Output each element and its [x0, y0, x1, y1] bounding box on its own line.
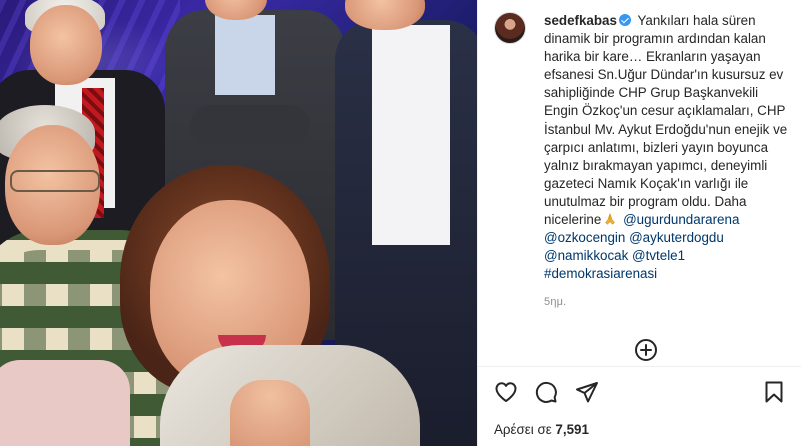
mention-link[interactable]: @aykuterdogdu	[629, 230, 724, 245]
post-details-panel: sedefkabas Yankıları hala süren dinamik …	[477, 0, 801, 446]
mention-link[interactable]: @namikkocak	[544, 248, 628, 263]
username-link[interactable]: sedefkabas	[544, 13, 617, 28]
mention-link[interactable]: @tvtele1	[632, 248, 685, 263]
caption-section: sedefkabas Yankıları hala süren dinamik …	[478, 0, 801, 366]
paper-plane-icon[interactable]	[575, 380, 599, 404]
bookmark-icon[interactable]	[762, 380, 786, 404]
likes-label: Αρέσει σε	[494, 422, 552, 437]
folded-hands-emoji	[605, 213, 616, 225]
hashtag-link[interactable]: #demokrasiarenasi	[544, 266, 657, 281]
plus-circle-icon[interactable]	[634, 338, 658, 362]
mention-link[interactable]: @ozkocengin	[544, 230, 625, 245]
divider	[478, 366, 801, 367]
likes-count: 7,591	[555, 422, 589, 437]
mention-link[interactable]: @ugurdundararena	[623, 212, 739, 227]
heart-icon[interactable]	[494, 380, 518, 404]
post-timestamp[interactable]: 5ημ.	[544, 296, 566, 308]
caption-text: Yankıları hala süren dinamik bir program…	[544, 13, 788, 228]
post-caption: sedefkabas Yankıları hala süren dinamik …	[544, 12, 796, 283]
likes-summary[interactable]: Αρέσει σε 7,591	[494, 422, 589, 437]
action-bar	[478, 376, 801, 408]
verified-badge-icon	[618, 14, 631, 26]
avatar[interactable]	[494, 12, 526, 44]
comment-bubble-icon[interactable]	[534, 380, 558, 404]
post-photo[interactable]	[0, 0, 477, 446]
